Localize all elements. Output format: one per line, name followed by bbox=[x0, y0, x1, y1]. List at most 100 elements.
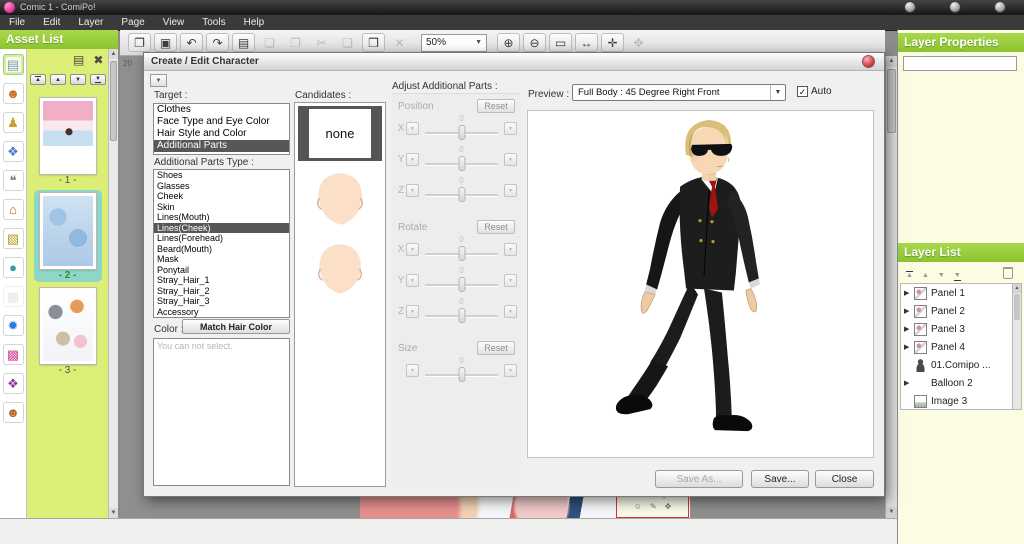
new-document-icon[interactable]: ❐ bbox=[128, 33, 151, 52]
page-thumbnail[interactable] bbox=[40, 288, 96, 364]
spin-decrease-button[interactable]: ▼ bbox=[406, 184, 419, 197]
slider-thumb[interactable] bbox=[458, 187, 465, 202]
layer-move-top-icon[interactable]: ▲ bbox=[906, 264, 913, 282]
slider-thumb[interactable] bbox=[458, 156, 465, 171]
spin-increase-button[interactable]: ▼ bbox=[504, 184, 517, 197]
position-reset-button[interactable]: Reset bbox=[477, 99, 515, 113]
zoom-out-icon[interactable]: ⊖ bbox=[523, 33, 546, 52]
parts-type-item[interactable]: Ponytail bbox=[154, 265, 289, 276]
target-item[interactable]: Additional Parts bbox=[154, 140, 289, 152]
scrollbar-thumb[interactable] bbox=[110, 61, 117, 141]
parts-type-item[interactable]: Lines(Cheek) bbox=[154, 223, 289, 234]
scroll-up-icon[interactable]: ▲ bbox=[886, 56, 897, 67]
canvas-vertical-scrollbar[interactable]: ▲ ▼ bbox=[885, 56, 897, 518]
slider-thumb[interactable] bbox=[458, 308, 465, 323]
target-item[interactable]: Hair Style and Color bbox=[154, 128, 289, 140]
3d-object-category-icon[interactable]: ❖ bbox=[3, 141, 24, 162]
dialog-titlebar[interactable]: Create / Edit Character bbox=[144, 53, 884, 71]
spin-increase-button[interactable]: ▼ bbox=[504, 305, 517, 318]
scroll-up-icon[interactable]: ▲ bbox=[109, 49, 118, 59]
save-icon[interactable]: ▣ bbox=[154, 33, 177, 52]
spin-decrease-button[interactable]: ▼ bbox=[406, 243, 419, 256]
target-item[interactable]: Clothes bbox=[154, 104, 289, 116]
fit-width-icon[interactable]: ↔ bbox=[575, 33, 598, 52]
candidate-face-option-1[interactable] bbox=[307, 169, 373, 231]
move-page-up-button[interactable]: ▲ bbox=[50, 74, 66, 85]
move-page-first-button[interactable]: ▲ bbox=[30, 74, 46, 85]
character-dialog-category-icon[interactable]: ☻ bbox=[3, 83, 24, 104]
page-category-icon[interactable]: ▤ bbox=[3, 54, 24, 75]
layer-move-down-icon[interactable]: ▼ bbox=[938, 264, 945, 282]
expander-icon[interactable]: ▶ bbox=[904, 343, 912, 351]
parts-type-item[interactable]: Stray_Hair_3 bbox=[154, 296, 289, 307]
spin-decrease-button[interactable]: ▼ bbox=[406, 274, 419, 287]
spin-increase-button[interactable]: ▼ bbox=[504, 364, 517, 377]
menu-item[interactable]: Help bbox=[235, 15, 274, 30]
user-3d-category-icon[interactable]: ❖ bbox=[3, 373, 24, 394]
layer-panel-4[interactable]: ▶ Panel 4 bbox=[901, 338, 1012, 356]
slider-thumb[interactable] bbox=[458, 246, 465, 261]
menu-item[interactable]: View bbox=[154, 15, 194, 30]
pan-tool-icon[interactable]: ✥ bbox=[627, 33, 650, 52]
parts-type-item[interactable]: Stray_Hair_1 bbox=[154, 275, 289, 286]
expander-icon[interactable]: ▶ bbox=[904, 289, 912, 297]
parts-type-item[interactable]: Cheek bbox=[154, 191, 289, 202]
spin-decrease-button[interactable]: ▼ bbox=[406, 364, 419, 377]
menu-item[interactable]: Tools bbox=[193, 15, 234, 30]
layer-list-scrollbar[interactable]: ▲ bbox=[1013, 283, 1022, 410]
spin-increase-button[interactable]: ▼ bbox=[504, 122, 517, 135]
layer-panel-1[interactable]: ▶ Panel 1 bbox=[901, 284, 1012, 302]
expander-icon[interactable]: ▶ bbox=[904, 307, 912, 315]
save-as-button[interactable]: Save As... bbox=[655, 470, 743, 488]
menu-item[interactable]: File bbox=[0, 15, 34, 30]
close-dialog-button[interactable]: Close bbox=[815, 470, 874, 488]
spin-increase-button[interactable]: ▼ bbox=[504, 243, 517, 256]
layer-panel-2[interactable]: ▶ Panel 2 bbox=[901, 302, 1012, 320]
slider-thumb[interactable] bbox=[458, 277, 465, 292]
layer-panel-3[interactable]: ▶ Panel 3 bbox=[901, 320, 1012, 338]
zoom-tool-icon[interactable]: ✛ bbox=[601, 33, 624, 52]
scrollbar-thumb[interactable] bbox=[1014, 294, 1020, 320]
delete-page-icon[interactable]: ✖ bbox=[93, 53, 103, 67]
page-3-thumbnail[interactable]: - 3 - bbox=[34, 285, 102, 377]
menu-item[interactable]: Layer bbox=[69, 15, 112, 30]
parts-type-item[interactable]: Glasses bbox=[154, 181, 289, 192]
spin-decrease-button[interactable]: ▼ bbox=[406, 122, 419, 135]
parts-type-item[interactable]: Stray_Hair_2 bbox=[154, 286, 289, 297]
parts-type-item[interactable]: Shoes bbox=[154, 170, 289, 181]
close-window-button[interactable] bbox=[994, 1, 1006, 13]
parts-type-item[interactable]: Accessory bbox=[154, 307, 289, 318]
maximize-button[interactable] bbox=[949, 1, 961, 13]
page-1-thumbnail[interactable]: - 1 - bbox=[34, 95, 102, 187]
cut-icon[interactable]: ✂ bbox=[310, 33, 333, 52]
spin-decrease-button[interactable]: ▼ bbox=[406, 305, 419, 318]
copy-icon[interactable]: ❏ bbox=[336, 33, 359, 52]
move-page-last-button[interactable]: ▼ bbox=[90, 74, 106, 85]
character-edit-icon[interactable]: ✎ bbox=[650, 502, 657, 511]
parts-type-item[interactable]: Mask bbox=[154, 254, 289, 265]
scrollbar-thumb[interactable] bbox=[887, 69, 896, 133]
page-thumbnail[interactable] bbox=[40, 193, 96, 269]
spin-increase-button[interactable]: ▼ bbox=[504, 274, 517, 287]
layer-properties-field[interactable] bbox=[903, 56, 1017, 71]
parts-type-item[interactable]: Skin bbox=[154, 202, 289, 213]
size-reset-button[interactable]: Reset bbox=[477, 341, 515, 355]
effect-drop-category-icon[interactable]: ● bbox=[3, 257, 24, 278]
character-move-icon[interactable]: ✥ bbox=[665, 502, 672, 511]
preview-view-select[interactable]: Full Body : 45 Degree Right Front ▼ bbox=[572, 84, 786, 101]
layer-move-up-icon[interactable]: ▲ bbox=[922, 264, 929, 282]
layer-balloon-2[interactable]: ▶ Balloon 2 bbox=[901, 374, 1012, 392]
rotate-reset-button[interactable]: Reset bbox=[477, 220, 515, 234]
dialog-close-button[interactable] bbox=[862, 55, 875, 68]
layer-move-bottom-icon[interactable]: ▼ bbox=[954, 264, 961, 282]
item-category-icon[interactable]: ▧ bbox=[3, 228, 24, 249]
spin-increase-button[interactable]: ▼ bbox=[504, 153, 517, 166]
scroll-down-icon[interactable]: ▼ bbox=[109, 508, 118, 518]
redo-icon[interactable]: ↷ bbox=[206, 33, 229, 52]
paste-icon[interactable]: ❒ bbox=[362, 33, 385, 52]
pattern-category-icon[interactable]: ▦ bbox=[3, 286, 24, 307]
duplicate-page-icon[interactable]: ❐ bbox=[284, 33, 307, 52]
background-category-icon[interactable]: ⌂ bbox=[3, 199, 24, 220]
asset-list-scrollbar[interactable]: ▲ ▼ bbox=[108, 49, 118, 518]
minimize-button[interactable] bbox=[904, 1, 916, 13]
